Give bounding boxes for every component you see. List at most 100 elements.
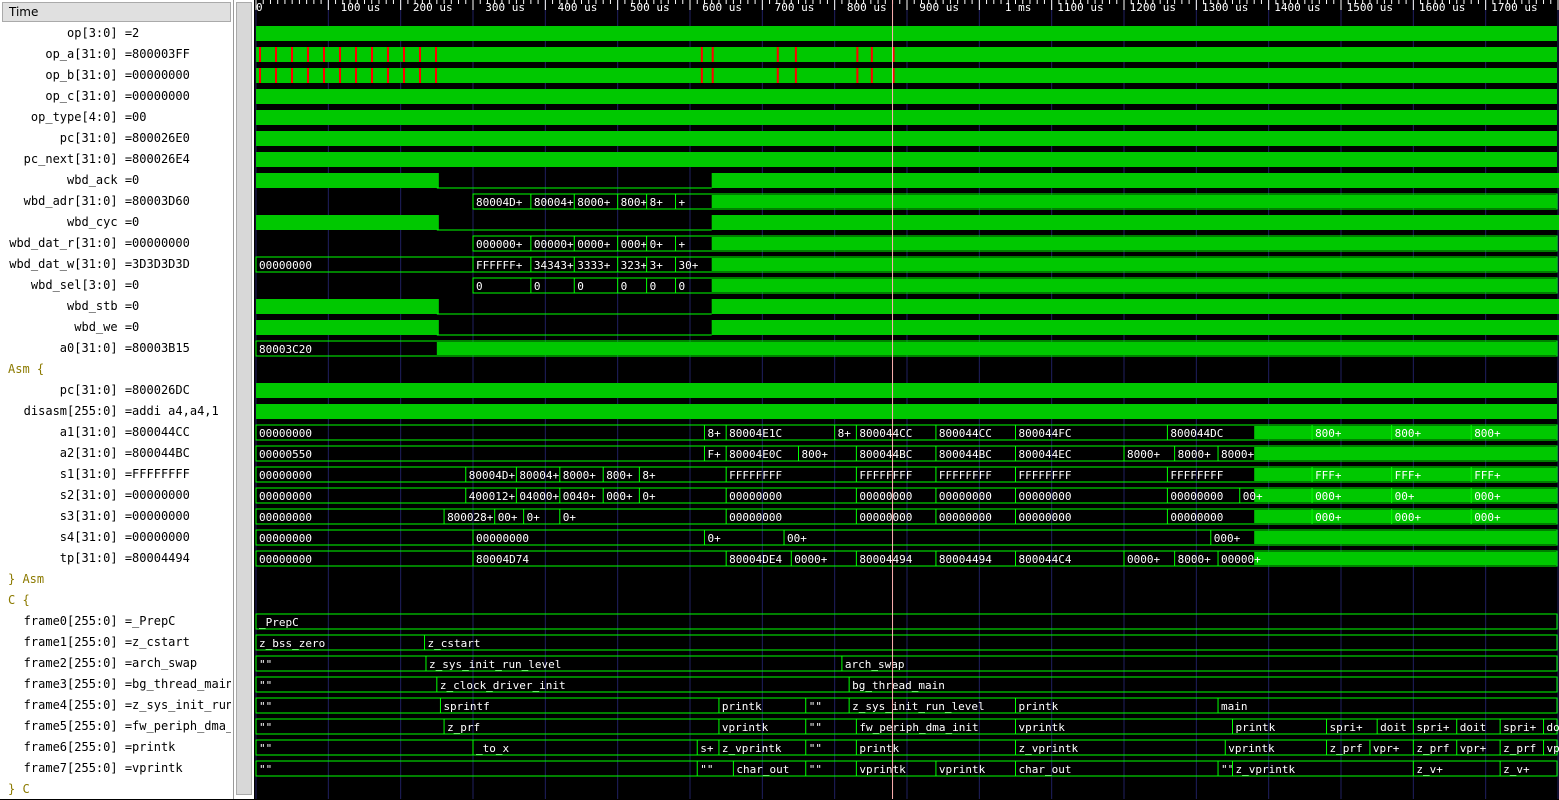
wave-value-label: 0+ — [563, 511, 577, 524]
wave-value-label: 800+ — [802, 448, 829, 461]
wave-dense — [1254, 531, 1557, 544]
wave-value-label: vpr+ — [1460, 742, 1487, 755]
tick-label: 200 us — [413, 1, 453, 14]
wave-value-label: 80004D+ — [469, 469, 516, 482]
signal-name[interactable]: wbd_we =0 — [2, 317, 231, 338]
signal-name[interactable]: frame2[255:0] =arch_swap — [2, 653, 231, 674]
signal-name[interactable]: wbd_dat_w[31:0] =3D3D3D3D — [2, 254, 231, 275]
wave-glitch — [291, 47, 293, 62]
wave-value-label: 80004E1C — [729, 427, 782, 440]
waveform-canvas[interactable]: 0 100 us 200 us 300 us 400 us 500 us 600 us 700… — [254, 0, 1559, 799]
signal-name[interactable]: wbd_cyc =0 — [2, 212, 231, 233]
signal-name[interactable]: frame0[255:0] =_PrepC — [2, 611, 231, 632]
wave-value-label: z_prf — [447, 721, 480, 734]
wave-value-label: sprintf — [443, 700, 489, 713]
wave-glitch — [435, 68, 437, 83]
signal-name[interactable]: wbd_dat_r[31:0] =00000000 — [2, 233, 231, 254]
wave-value-label: 8+ — [838, 427, 852, 440]
wave-value-label: 00000000 — [259, 469, 312, 482]
wave-value-label: bg_thread_main — [852, 679, 945, 692]
wave-value-label: 000+ — [606, 490, 633, 503]
wave-value-label: 8000+ — [577, 196, 610, 209]
wave-value-label: vpr+ — [1547, 742, 1559, 755]
wave-value-label: 8000+ — [1127, 448, 1160, 461]
signal-name[interactable]: s1[31:0] =FFFFFFFF — [2, 464, 231, 485]
signal-name[interactable]: a0[31:0] =80003B15 — [2, 338, 231, 359]
wave-value-label: 8000+ — [1178, 553, 1211, 566]
signal-name[interactable]: wbd_stb =0 — [2, 296, 231, 317]
wave-value-label: 323+ — [621, 259, 648, 272]
wave-value-label: z_vprintk — [722, 742, 782, 755]
group-marker[interactable]: } C — [2, 779, 231, 800]
signal-name[interactable]: s2[31:0] =00000000 — [2, 485, 231, 506]
wave-glitch — [435, 47, 437, 62]
wave-value-label: z_prf — [1416, 742, 1449, 755]
signal-name[interactable]: tp[31:0] =80004494 — [2, 548, 231, 569]
wave-value-label: "" — [809, 721, 822, 734]
signal-name[interactable]: pc[31:0] =800026E0 — [2, 128, 231, 149]
group-marker[interactable]: C { — [2, 590, 231, 611]
signal-name[interactable]: op_b[31:0] =00000000 — [2, 65, 231, 86]
signal-name[interactable]: frame6[255:0] =printk — [2, 737, 231, 758]
wave-value-label: 8000+ — [563, 469, 596, 482]
wave-value-label: vprintk — [939, 763, 986, 776]
wave-glitch — [856, 47, 859, 62]
wave-dense — [1254, 552, 1557, 565]
signal-name[interactable]: frame4[255:0] =z_sys_init_run_level — [2, 695, 231, 716]
signal-name[interactable]: pc[31:0] =800026DC — [2, 380, 231, 401]
wave-bit-high — [256, 215, 439, 230]
signal-name[interactable]: s4[31:0] =00000000 — [2, 527, 231, 548]
wave-value-label: s+ — [700, 742, 714, 755]
wave-bit-high — [256, 299, 439, 314]
wave-value-label: z_sys_init_run_level — [852, 700, 984, 713]
signal-name[interactable]: op_a[31:0] =800003FF — [2, 44, 231, 65]
wave-value-label: z_vprintk — [1236, 763, 1296, 776]
wave-solid — [256, 152, 1557, 167]
wave-value-label: z_cstart — [428, 637, 481, 650]
wave-glitch — [419, 47, 421, 62]
signal-name[interactable]: disasm[255:0] =addi a4,a4,1 — [2, 401, 231, 422]
wave-solid — [256, 110, 1557, 125]
signal-name[interactable]: frame3[255:0] =bg_thread_main — [2, 674, 231, 695]
wave-value-label: 800+ — [621, 196, 648, 209]
signal-name[interactable]: wbd_sel[3:0] =0 — [2, 275, 231, 296]
wave-glitch — [259, 47, 261, 62]
pane-splitter[interactable] — [233, 0, 254, 799]
wave-value-label: 00000000 — [939, 490, 992, 503]
signal-name[interactable]: op_c[31:0] =00000000 — [2, 86, 231, 107]
wave-value-label: 00000000 — [259, 427, 312, 440]
signal-name[interactable]: a2[31:0] =800044BC — [2, 443, 231, 464]
wave-value-label: printk — [1019, 700, 1059, 713]
wave-glitch — [371, 68, 373, 83]
wave-glitch — [323, 47, 325, 62]
signal-name[interactable]: wbd_ack =0 — [2, 170, 231, 191]
signal-name[interactable]: wbd_adr[31:0] =80003D60 — [2, 191, 231, 212]
wave-dense — [1254, 447, 1557, 460]
group-marker[interactable]: } Asm — [2, 569, 231, 590]
signal-name[interactable]: pc_next[31:0] =800026E4 — [2, 149, 231, 170]
signal-name[interactable]: frame5[255:0] =fw_periph_dma_init — [2, 716, 231, 737]
wave-glitch — [776, 68, 779, 83]
group-marker[interactable]: Asm { — [2, 359, 231, 380]
wave-glitch — [794, 68, 797, 83]
signal-name[interactable]: frame1[255:0] =z_cstart — [2, 632, 231, 653]
wave-value-label: 04000+ — [519, 490, 559, 503]
signal-name[interactable]: s3[31:0] =00000000 — [2, 506, 231, 527]
signal-name[interactable]: a1[31:0] =800044CC — [2, 422, 231, 443]
signal-name[interactable]: op_type[4:0] =00 — [2, 107, 231, 128]
wave-glitch — [275, 68, 277, 83]
waveform-panel[interactable]: 0 100 us 200 us 300 us 400 us 500 us 600 us 700… — [254, 0, 1559, 799]
wave-value-label: 000+ — [1474, 490, 1501, 503]
wave-value-label: 80004D+ — [476, 196, 523, 209]
wave-value-label: z_vprintk — [1019, 742, 1079, 755]
wave-glitch — [323, 68, 325, 83]
wave-value-label: 0+ — [642, 490, 656, 503]
wave-value-label: 800+ — [1474, 427, 1501, 440]
wave-value-label: 80004D74 — [476, 553, 529, 566]
wave-value-label: 00+ — [498, 511, 518, 524]
vertical-scrollbar[interactable] — [236, 2, 252, 795]
signal-name[interactable]: op[3:0] =2 — [2, 23, 231, 44]
wave-solid — [256, 404, 1557, 419]
wave-value-label: FFFFFFFF — [1019, 469, 1072, 482]
signal-name[interactable]: frame7[255:0] =vprintk — [2, 758, 231, 779]
